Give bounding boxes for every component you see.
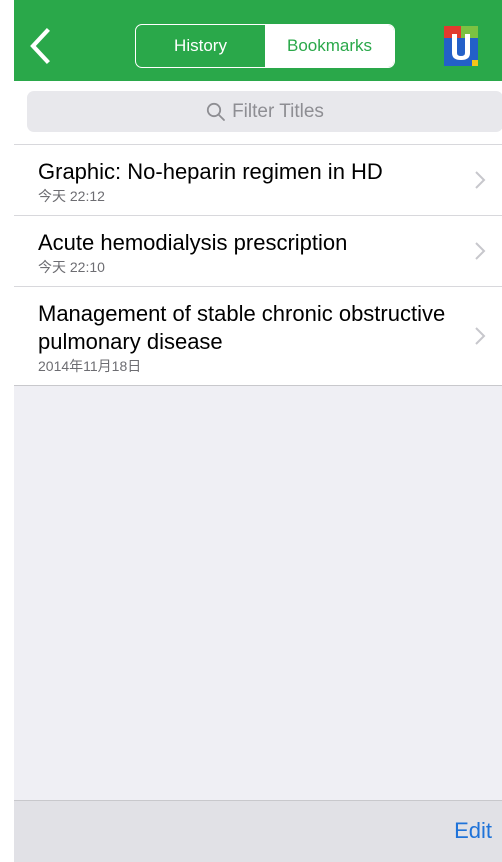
tab-history-label: History: [174, 36, 227, 55]
chevron-left-icon: [30, 28, 50, 64]
list-item[interactable]: Acute hemodialysis prescription 今天 22:10: [14, 216, 502, 287]
search-placeholder: Filter Titles: [232, 100, 324, 122]
filter-titles-input[interactable]: Filter Titles: [27, 91, 502, 132]
navigation-bar: History Bookmarks: [14, 0, 502, 81]
bookmark-title: Acute hemodialysis prescription: [38, 230, 348, 255]
list-item[interactable]: Graphic: No-heparin regimen in HD 今天 22:…: [14, 145, 502, 216]
tab-history[interactable]: History: [136, 25, 265, 67]
page: History Bookmarks Filter Titles Graphic:…: [0, 0, 502, 862]
search-icon: [206, 102, 225, 121]
bookmark-timestamp: 今天 22:10: [38, 259, 105, 275]
edit-button[interactable]: Edit: [454, 818, 492, 844]
chevron-right-icon: [475, 242, 486, 260]
history-bookmarks-segmented-control: History Bookmarks: [135, 24, 395, 68]
list-item[interactable]: Management of stable chronic obstructive…: [14, 287, 502, 386]
chevron-right-icon: [475, 171, 486, 189]
tab-bookmarks[interactable]: Bookmarks: [265, 25, 394, 67]
bottom-toolbar: Edit: [14, 800, 502, 862]
bookmark-title: Graphic: No-heparin regimen in HD: [38, 159, 383, 184]
chevron-right-icon: [475, 327, 486, 345]
bookmark-title: Management of stable chronic obstructive…: [38, 301, 446, 354]
back-button[interactable]: [22, 22, 58, 70]
search-bar: Filter Titles: [14, 81, 502, 144]
tab-bookmarks-label: Bookmarks: [286, 36, 373, 55]
uptodate-logo-icon: [444, 26, 478, 66]
bookmarks-list: Graphic: No-heparin regimen in HD 今天 22:…: [14, 144, 502, 386]
phone-screen: History Bookmarks Filter Titles Graphic:…: [14, 0, 502, 862]
bookmark-timestamp: 2014年11月18日: [38, 358, 142, 374]
bookmark-timestamp: 今天 22:12: [38, 188, 105, 204]
